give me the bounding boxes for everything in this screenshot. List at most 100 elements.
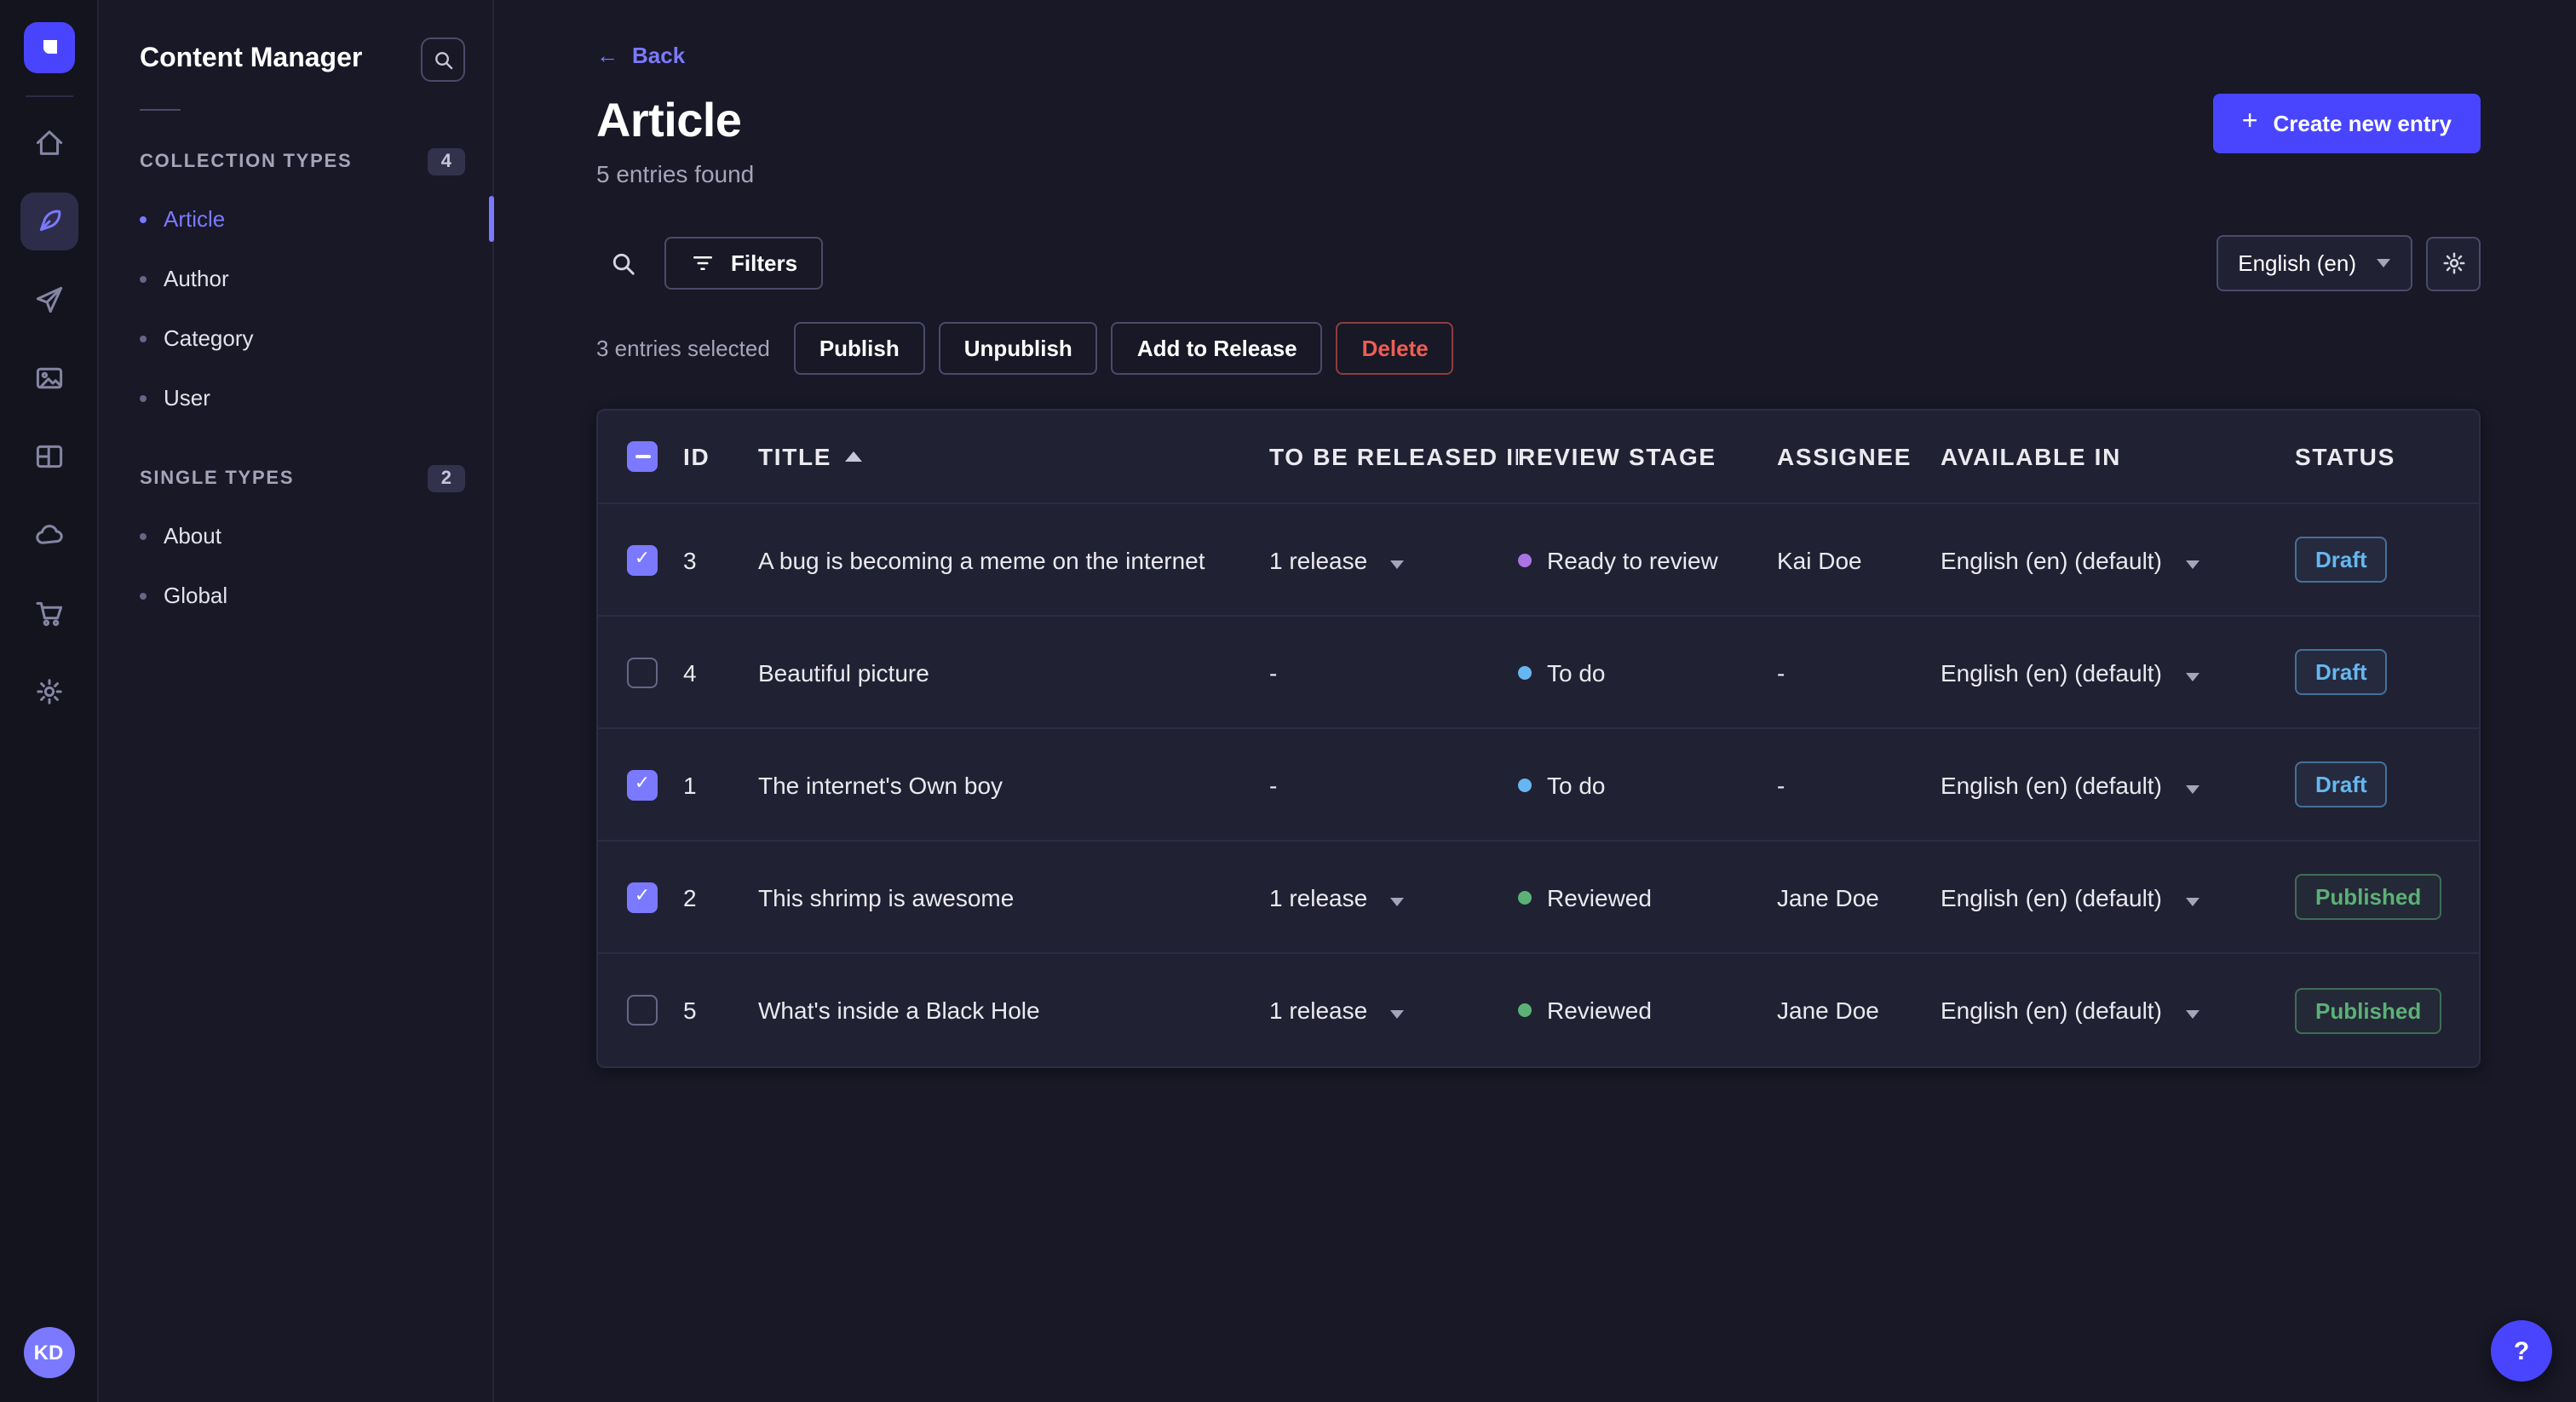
- column-to-be-released-in: TO BE RELEASED IN: [1269, 443, 1518, 470]
- row-release[interactable]: -: [1269, 658, 1518, 686]
- cloud-icon: [35, 525, 62, 544]
- row-release[interactable]: 1 release: [1269, 997, 1518, 1024]
- locale-caret-icon: [2185, 672, 2199, 681]
- locale-select[interactable]: English (en): [2216, 235, 2412, 291]
- column-assignee: ASSIGNEE: [1777, 443, 1912, 470]
- release-label: -: [1269, 658, 1278, 686]
- select-all-checkbox[interactable]: [627, 441, 658, 472]
- column-title[interactable]: TITLE: [758, 443, 1269, 470]
- filters-label: Filters: [731, 250, 798, 276]
- content-type-builder-icon: [35, 445, 62, 468]
- row-locale[interactable]: English (en) (default): [1941, 771, 2295, 798]
- row-checkbox[interactable]: [627, 657, 658, 687]
- back-link[interactable]: ← Back: [596, 43, 685, 68]
- sidebar-item-author[interactable]: Author: [99, 249, 492, 308]
- row-checkbox[interactable]: ✓: [627, 544, 658, 575]
- nav-home-button[interactable]: [20, 114, 78, 172]
- sort-ascending-icon: [845, 451, 863, 462]
- row-assignee: Jane Doe: [1777, 883, 1879, 911]
- sidebar-item-label: Author: [164, 266, 229, 291]
- table-row[interactable]: ✓ 2 This shrimp is awesome 1 release Rev…: [598, 842, 2479, 954]
- back-arrow-icon: ←: [596, 43, 618, 68]
- create-new-entry-label: Create new entry: [2273, 111, 2452, 136]
- row-id: 3: [683, 546, 697, 573]
- app: KD Content Manager Collection Types 4 Ar…: [0, 0, 2576, 1402]
- nav-marketplace-button[interactable]: [20, 584, 78, 642]
- sidebar-item-user[interactable]: User: [99, 368, 492, 428]
- row-release[interactable]: 1 release: [1269, 546, 1518, 573]
- nav-cloud-button[interactable]: [20, 506, 78, 564]
- publish-button[interactable]: Publish: [793, 322, 925, 375]
- selection-summary: 3 entries selected: [596, 336, 770, 361]
- row-title: The internet's Own boy: [758, 771, 1003, 798]
- create-new-entry-button[interactable]: + Create new entry: [2212, 94, 2481, 153]
- single-types-label: Single Types: [140, 468, 295, 489]
- table-row[interactable]: 4 Beautiful picture - To do - English (e…: [598, 617, 2479, 729]
- row-title: This shrimp is awesome: [758, 883, 1015, 911]
- nav-content-manager-button[interactable]: [20, 192, 78, 250]
- nav-settings-button[interactable]: [20, 663, 78, 721]
- status-badge: Published: [2295, 987, 2442, 1033]
- collection-types-section: Collection Types 4 Article Author Catego…: [99, 148, 494, 428]
- sidebar-item-about[interactable]: About: [99, 506, 492, 566]
- row-checkbox[interactable]: ✓: [627, 882, 658, 912]
- release-label: -: [1269, 771, 1278, 798]
- locale-caret-icon: [2185, 560, 2199, 568]
- sidebar-search-button[interactable]: [421, 37, 465, 82]
- view-settings-button[interactable]: [2426, 236, 2481, 290]
- row-locale[interactable]: English (en) (default): [1941, 658, 2295, 686]
- single-types-section: Single Types 2 About Global: [99, 465, 492, 625]
- row-release[interactable]: 1 release: [1269, 883, 1518, 911]
- table-row[interactable]: 5 What's inside a Black Hole 1 release R…: [598, 954, 2479, 1066]
- unpublish-button[interactable]: Unpublish: [938, 322, 1098, 375]
- search-entries-button[interactable]: [596, 236, 651, 290]
- locale-caret-icon: [2185, 897, 2199, 905]
- add-to-release-button[interactable]: Add to Release: [1111, 322, 1323, 375]
- nav-transfer-button[interactable]: [20, 271, 78, 329]
- gear-icon: [2442, 252, 2464, 274]
- help-button[interactable]: ?: [2491, 1320, 2552, 1382]
- filter-icon: [693, 256, 713, 271]
- row-checkbox[interactable]: ✓: [627, 769, 658, 800]
- sidebar-title: Content Manager: [140, 44, 363, 73]
- chevron-down-icon: [2377, 259, 2390, 267]
- bullet-icon: [140, 394, 147, 401]
- row-id: 5: [683, 997, 697, 1024]
- row-review-stage: Ready to review: [1518, 546, 1777, 573]
- main-nav: KD: [0, 0, 99, 1402]
- sidebar-item-label: Global: [164, 583, 228, 608]
- table-row[interactable]: ✓ 3 A bug is becoming a meme on the inte…: [598, 504, 2479, 617]
- stage-label: Reviewed: [1547, 997, 1652, 1024]
- search-icon: [612, 252, 635, 274]
- row-id: 1: [683, 771, 697, 798]
- row-locale[interactable]: English (en) (default): [1941, 997, 2295, 1024]
- user-avatar[interactable]: KD: [23, 1327, 74, 1378]
- row-locale[interactable]: English (en) (default): [1941, 546, 2295, 573]
- strapi-logo[interactable]: [23, 22, 74, 73]
- release-caret-icon: [1390, 560, 1405, 568]
- stage-dot-icon: [1518, 665, 1532, 679]
- locale-label: English (en) (default): [1941, 883, 2162, 911]
- settings-gear-icon: [36, 679, 61, 704]
- column-id[interactable]: ID: [683, 443, 758, 470]
- delete-button[interactable]: Delete: [1336, 322, 1454, 375]
- row-id: 4: [683, 658, 697, 686]
- locale-label: English (en) (default): [1941, 997, 2162, 1024]
- stage-dot-icon: [1518, 1003, 1532, 1017]
- row-locale[interactable]: English (en) (default): [1941, 883, 2295, 911]
- nav-content-type-builder-button[interactable]: [20, 428, 78, 486]
- home-icon: [35, 130, 62, 155]
- status-badge: Published: [2295, 874, 2442, 920]
- row-release[interactable]: -: [1269, 771, 1518, 798]
- row-status: Published: [2295, 987, 2479, 1033]
- row-checkbox[interactable]: [627, 995, 658, 1026]
- sidebar-item-category[interactable]: Category: [99, 308, 492, 368]
- page-title: Article: [596, 94, 742, 147]
- sidebar-item-global[interactable]: Global: [99, 566, 492, 625]
- filters-button[interactable]: Filters: [664, 237, 824, 290]
- nav-media-library-button[interactable]: [20, 349, 78, 407]
- sidebar-item-article[interactable]: Article: [99, 189, 494, 249]
- row-assignee: -: [1777, 658, 1785, 686]
- column-status: STATUS: [2295, 443, 2395, 470]
- table-row[interactable]: ✓ 1 The internet's Own boy - To do - Eng…: [598, 729, 2479, 842]
